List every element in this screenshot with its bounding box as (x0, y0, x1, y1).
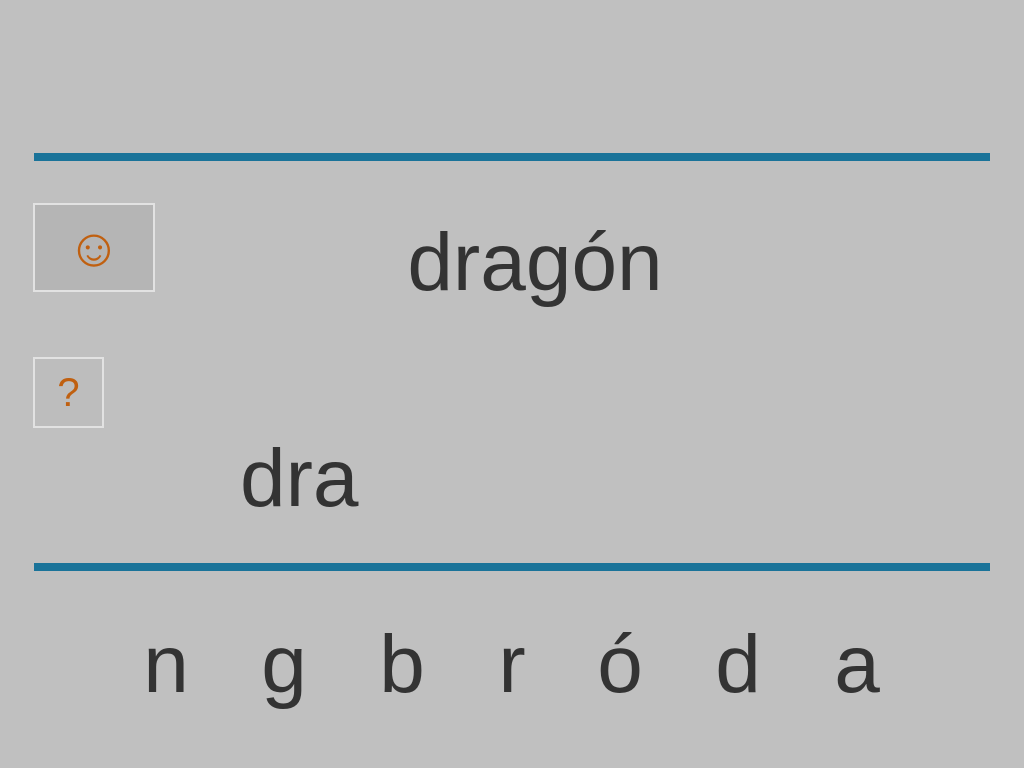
top-divider (34, 153, 990, 161)
letter-tile[interactable]: g (244, 620, 324, 710)
answer-word: dra (240, 433, 359, 524)
letter-tiles: n g b r ó d a (0, 620, 1024, 710)
smiley-icon: ☺ (66, 217, 122, 278)
letter-tile[interactable]: ó (580, 620, 660, 710)
letter-tile[interactable]: n (126, 620, 206, 710)
letter-tile[interactable]: r (472, 620, 552, 710)
smile-hint-button[interactable]: ☺ (33, 203, 155, 292)
help-button[interactable]: ? (33, 357, 104, 428)
question-icon: ? (57, 370, 80, 415)
bottom-divider (34, 563, 990, 571)
target-word: dragón (407, 217, 663, 308)
letter-tile[interactable]: d (698, 620, 778, 710)
letter-tile[interactable]: a (817, 620, 897, 710)
letter-tile[interactable]: b (362, 620, 442, 710)
